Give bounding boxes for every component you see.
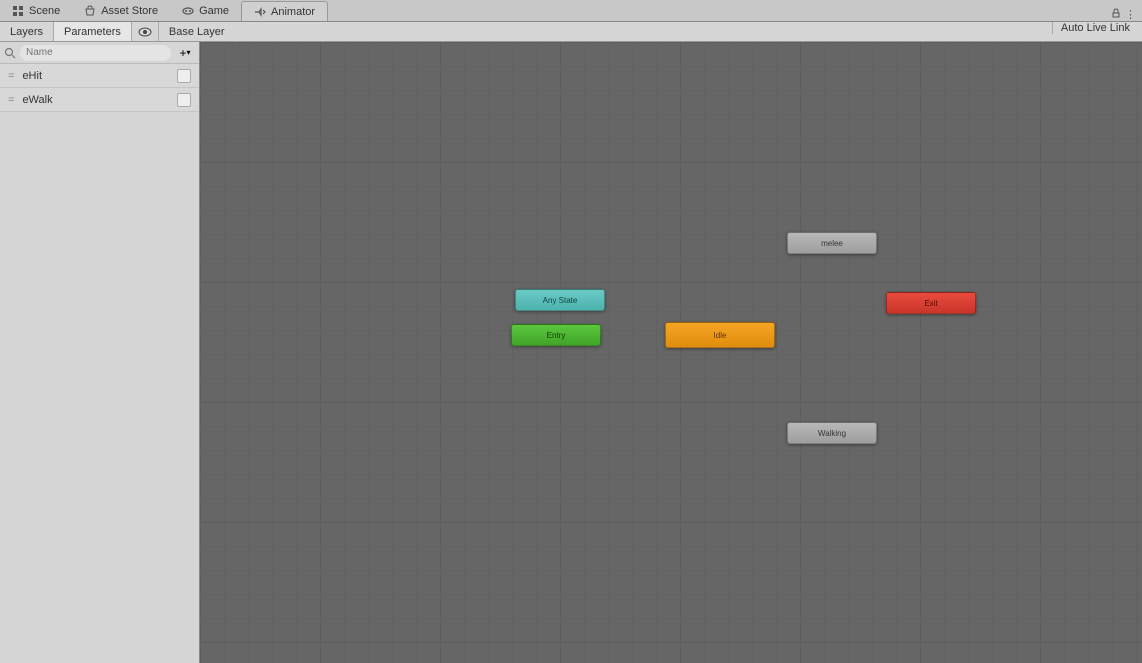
lock-icon[interactable] [1111, 8, 1121, 21]
parameter-checkbox[interactable] [177, 69, 191, 83]
tab-animator-label: Animator [271, 6, 315, 18]
node-label: Idle [714, 331, 727, 340]
state-node-idle[interactable]: Idle [665, 322, 775, 348]
breadcrumb-base-layer[interactable]: Base Layer [159, 22, 235, 41]
node-label: melee [821, 239, 843, 248]
tab-game-label: Game [199, 5, 229, 17]
game-icon [182, 5, 194, 17]
add-parameter-button[interactable]: + ▾ [175, 45, 195, 61]
plus-icon: + [179, 46, 186, 60]
state-node-walking[interactable]: Walking [787, 422, 877, 444]
tab-asset-store-label: Asset Store [101, 5, 158, 17]
auto-live-link-button[interactable]: Auto Live Link [1052, 22, 1138, 34]
parameter-checkbox[interactable] [177, 93, 191, 107]
animator-graph-canvas[interactable]: Any State Entry Idle melee Walking Exit [200, 42, 1142, 663]
node-label: Entry [547, 331, 566, 340]
animator-toolbar: Layers Parameters Base Layer Auto Live L… [0, 22, 1142, 42]
asset-store-icon [84, 5, 96, 17]
parameters-panel: + ▾ = eHit = eWalk [0, 42, 200, 663]
state-node-entry[interactable]: Entry [511, 324, 601, 346]
tab-game[interactable]: Game [170, 1, 241, 21]
scene-icon [12, 5, 24, 17]
sub-tab-parameters[interactable]: Parameters [54, 22, 132, 41]
tab-animator[interactable]: Animator [241, 1, 328, 21]
auto-live-link-label: Auto Live Link [1061, 22, 1130, 34]
parameter-name-label: eWalk [22, 94, 169, 106]
search-icon [4, 47, 16, 59]
drag-handle-icon[interactable]: = [8, 94, 14, 106]
tab-scene-label: Scene [29, 5, 60, 17]
node-label: Any State [543, 296, 578, 305]
context-menu-icon[interactable]: ⋮ [1125, 8, 1136, 21]
visibility-toggle[interactable] [132, 22, 159, 41]
parameters-label: Parameters [64, 26, 121, 38]
state-node-exit[interactable]: Exit [886, 292, 976, 314]
layers-label: Layers [10, 26, 43, 38]
breadcrumb-label: Base Layer [169, 26, 225, 38]
parameter-search-input[interactable] [20, 45, 171, 61]
sub-tab-layers[interactable]: Layers [0, 22, 54, 41]
parameter-row[interactable]: = eHit [0, 64, 199, 88]
state-node-melee[interactable]: melee [787, 232, 877, 254]
parameter-search-row: + ▾ [0, 42, 199, 64]
node-label: Exit [924, 299, 937, 308]
canvas-grid [200, 42, 1142, 663]
tab-scene[interactable]: Scene [0, 1, 72, 21]
parameter-row[interactable]: = eWalk [0, 88, 199, 112]
chevron-down-icon: ▾ [187, 48, 191, 57]
drag-handle-icon[interactable]: = [8, 70, 14, 82]
window-tab-bar: Scene Asset Store Game Animator ⋮ [0, 0, 1142, 22]
node-label: Walking [818, 429, 846, 438]
animator-icon [254, 6, 266, 18]
parameter-name-label: eHit [22, 70, 169, 82]
tab-asset-store[interactable]: Asset Store [72, 1, 170, 21]
state-node-any-state[interactable]: Any State [515, 289, 605, 311]
